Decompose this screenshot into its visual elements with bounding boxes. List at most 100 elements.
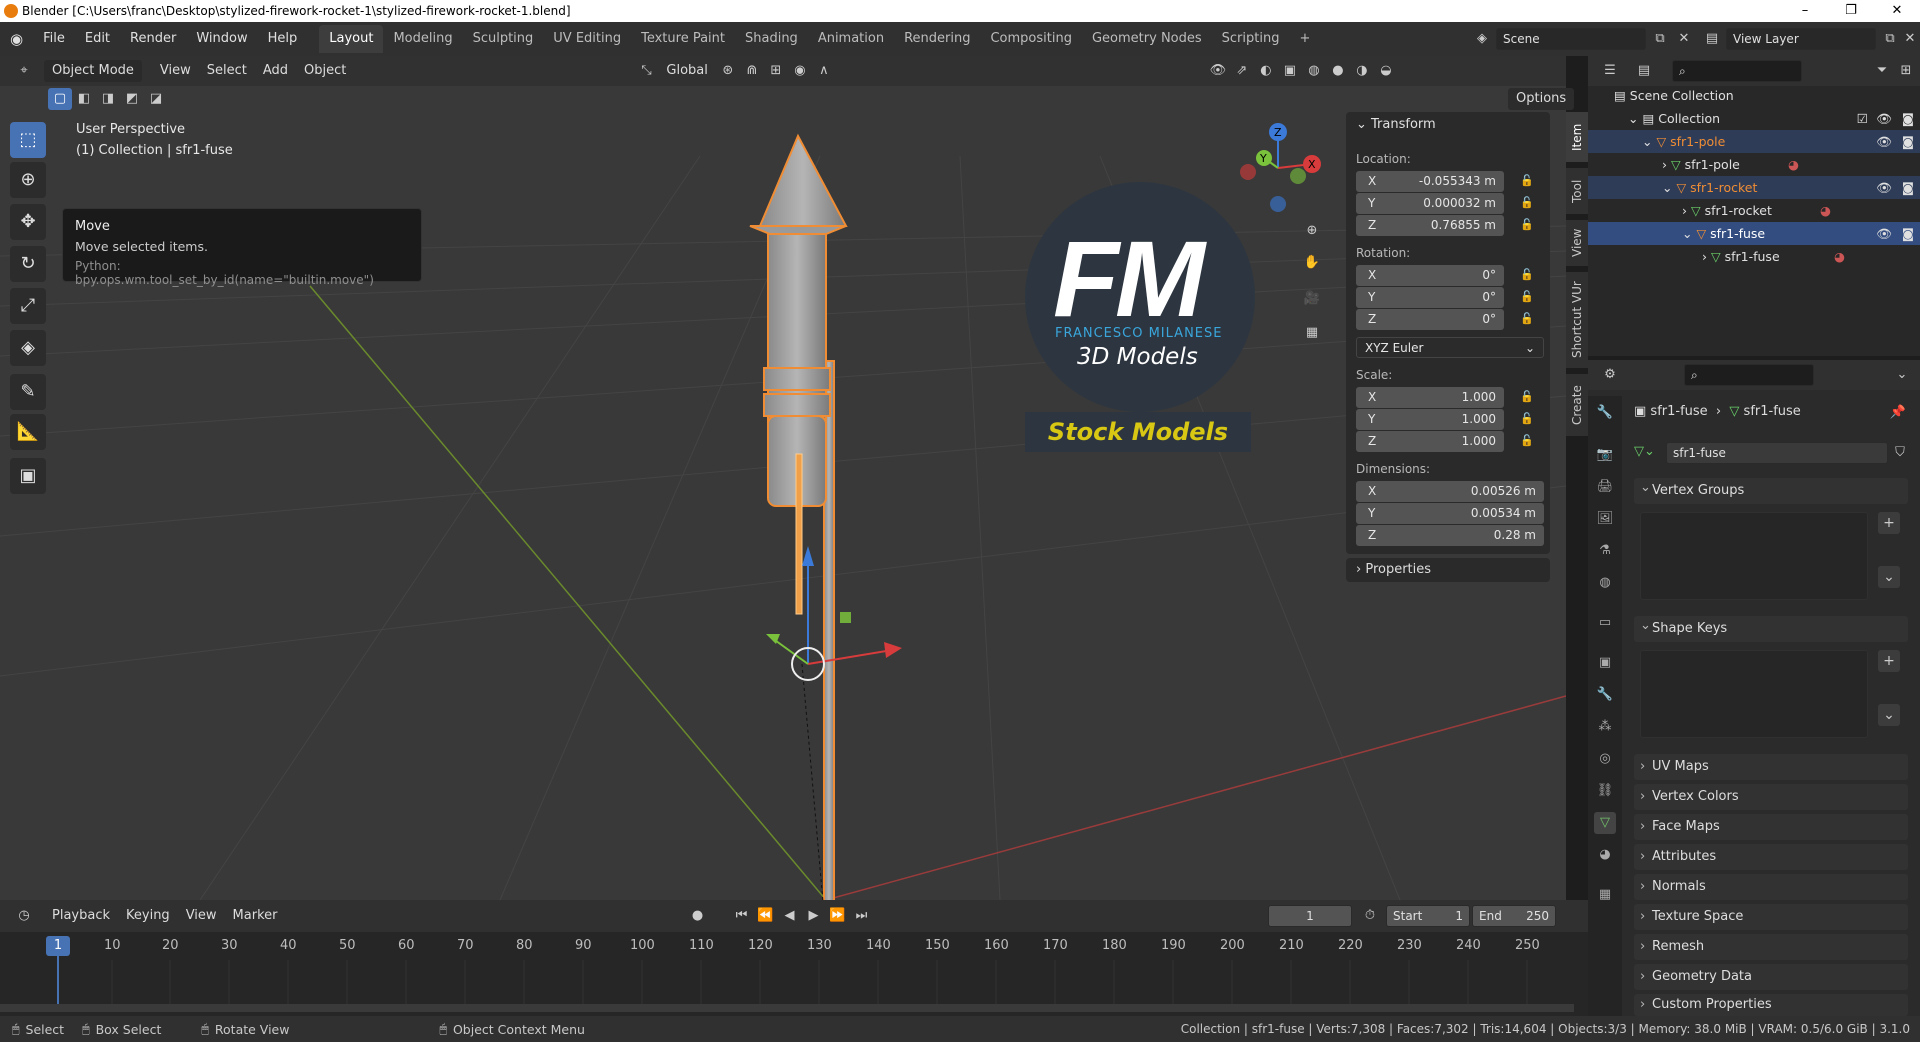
menu-edit[interactable]: Edit	[75, 26, 120, 52]
xray-icon[interactable]: ▣	[1278, 60, 1302, 82]
tab-uv-editing[interactable]: UV Editing	[543, 25, 631, 53]
maximize-button[interactable]: ❐	[1828, 0, 1874, 22]
section-vertex-groups[interactable]: Vertex Groups	[1634, 475, 1908, 504]
end-frame-field[interactable]: End 250	[1472, 905, 1556, 927]
mode-selector[interactable]: Object Mode	[44, 60, 142, 82]
scale-z-field[interactable]: Z 1.000	[1356, 431, 1504, 452]
select-new-icon[interactable]: ▢	[48, 88, 72, 110]
section-geometry-data[interactable]: Geometry Data	[1634, 964, 1908, 990]
rotate-tool[interactable]: ↻	[10, 246, 46, 282]
modifier-props-icon[interactable]: 🔧	[1594, 684, 1616, 706]
view-layer-field[interactable]: View Layer	[1726, 28, 1876, 50]
new-collection-icon[interactable]: ⊞	[1894, 60, 1918, 82]
tool-props-icon[interactable]: 🔧	[1594, 402, 1616, 424]
annotate-tool[interactable]: ✎	[10, 374, 46, 410]
start-frame-field[interactable]: Start 1	[1386, 905, 1470, 927]
snap-target-icon[interactable]: ⊞	[764, 60, 788, 82]
select-extend-icon[interactable]: ◧	[72, 88, 96, 110]
menu-add[interactable]: Add	[255, 60, 296, 82]
shading-material-icon[interactable]: ◑	[1350, 60, 1374, 82]
menu-marker[interactable]: Marker	[225, 905, 286, 927]
tab-tool[interactable]: Tool	[1566, 168, 1588, 214]
fake-user-icon[interactable]: ⛉	[1888, 442, 1912, 464]
menu-timeline-view[interactable]: View	[178, 905, 225, 927]
tab-animation[interactable]: Animation	[808, 25, 894, 53]
delete-view-layer-icon[interactable]: ✕	[1898, 28, 1920, 50]
collection-props-icon[interactable]: ▭	[1594, 612, 1616, 634]
proportional-edit-icon[interactable]: ◉	[788, 60, 812, 82]
new-scene-icon[interactable]: ⧉	[1648, 28, 1672, 50]
select-subtract-icon[interactable]: ◨	[96, 88, 120, 110]
dimensions-x-field[interactable]: X 0.00526 m	[1356, 481, 1544, 502]
render-props-icon[interactable]: 📷	[1594, 444, 1616, 466]
blender-menu-icon[interactable]: ◉	[0, 26, 33, 52]
pan-hand-icon[interactable]: ✋	[1300, 252, 1324, 274]
pin-icon[interactable]: 📌	[1886, 402, 1910, 424]
add-vertex-group-button[interactable]: +	[1878, 512, 1900, 534]
output-props-icon[interactable]: 🖨	[1594, 476, 1616, 498]
3d-viewport[interactable]	[0, 56, 1566, 900]
lock-icon[interactable]: 🔓	[1520, 312, 1534, 325]
shading-rendered-icon[interactable]: ◒	[1374, 60, 1398, 82]
menu-keying[interactable]: Keying	[118, 905, 178, 927]
delete-scene-icon[interactable]: ✕	[1672, 28, 1696, 50]
current-frame-field[interactable]: 1	[1268, 905, 1352, 927]
visibility-icon[interactable]: 👁	[1206, 60, 1230, 82]
menu-object[interactable]: Object	[296, 60, 354, 82]
lock-icon[interactable]: 🔓	[1520, 412, 1534, 425]
close-button[interactable]: ✕	[1874, 0, 1920, 22]
mesh-browse-icon[interactable]: ▽⌄	[1634, 444, 1655, 459]
play-reverse-icon[interactable]: ◀	[777, 905, 801, 927]
section-uv-maps[interactable]: UV Maps	[1634, 754, 1908, 780]
lock-icon[interactable]: 🔓	[1520, 268, 1534, 281]
select-intersect-icon[interactable]: ◪	[144, 88, 168, 110]
menu-window[interactable]: Window	[186, 26, 257, 52]
tab-shading[interactable]: Shading	[735, 25, 808, 53]
record-icon[interactable]: ●	[685, 905, 709, 927]
chevron-down-icon[interactable]: ⌄	[1890, 364, 1914, 386]
lock-icon[interactable]: 🔓	[1520, 196, 1534, 209]
tab-create[interactable]: Create	[1566, 374, 1588, 436]
outliner-row-sfr1-pole-mesh[interactable]: › ▽ sfr1-pole ◕	[1588, 153, 1920, 176]
tab-sculpting[interactable]: Sculpting	[463, 25, 544, 53]
tab-texture-paint[interactable]: Texture Paint	[631, 25, 735, 53]
properties-editor-icon[interactable]: ⚙	[1598, 364, 1622, 386]
falloff-icon[interactable]: ∧	[812, 60, 836, 82]
view-layer-props-icon[interactable]: 🖼	[1594, 508, 1616, 530]
scene-name-field[interactable]: Scene	[1496, 28, 1646, 50]
outliner-row-sfr1-rocket-mesh[interactable]: › ▽ sfr1-rocket ◕	[1588, 199, 1920, 222]
section-attributes[interactable]: Attributes	[1634, 844, 1908, 870]
tab-rendering[interactable]: Rendering	[894, 25, 980, 53]
scene-props-icon[interactable]: ⚗	[1594, 540, 1616, 562]
section-vertex-colors[interactable]: Vertex Colors	[1634, 784, 1908, 810]
options-dropdown[interactable]: Options	[1508, 88, 1575, 110]
timeline-editor-icon[interactable]: ◷	[12, 905, 36, 927]
dimensions-z-field[interactable]: Z 0.28 m	[1356, 525, 1544, 546]
outliner-search-input[interactable]: ⌕	[1672, 60, 1802, 82]
rotation-y-field[interactable]: Y 0°	[1356, 287, 1504, 308]
snap-icon[interactable]: ⋒	[740, 60, 764, 82]
menu-file[interactable]: File	[33, 26, 75, 52]
lock-icon[interactable]: 🔓	[1520, 218, 1534, 231]
material-props-icon[interactable]: ◕	[1594, 844, 1616, 866]
play-icon[interactable]: ▶	[801, 905, 825, 927]
mesh-data-props-icon[interactable]: ▽	[1594, 812, 1616, 834]
pivot-point-icon[interactable]: ⊛	[716, 60, 740, 82]
filter-icon[interactable]: ⏷	[1870, 60, 1894, 82]
editor-type-icon[interactable]: ⌖	[12, 60, 36, 82]
outliner-row-scene-collection[interactable]: ▤ Scene Collection	[1588, 84, 1920, 107]
physics-props-icon[interactable]: ◎	[1594, 748, 1616, 770]
vertex-groups-list[interactable]	[1640, 512, 1868, 600]
location-x-field[interactable]: X -0.055343 m	[1356, 171, 1504, 192]
jump-keyframe-forward-icon[interactable]: ⏩	[825, 905, 849, 927]
add-cube-tool[interactable]: ▣	[10, 458, 46, 494]
mesh-datablock-field[interactable]: sfr1-fuse	[1666, 442, 1888, 464]
camera-view-icon[interactable]: 🎥	[1300, 288, 1324, 310]
section-normals[interactable]: Normals	[1634, 874, 1908, 900]
dimensions-y-field[interactable]: Y 0.00534 m	[1356, 503, 1544, 524]
outliner-row-sfr1-rocket[interactable]: ⌄ ▽ sfr1-rocket 👁 ◙	[1588, 176, 1920, 199]
menu-view[interactable]: View	[152, 60, 199, 82]
shading-wire-icon[interactable]: ◍	[1302, 60, 1326, 82]
menu-playback[interactable]: Playback	[44, 905, 118, 927]
measure-tool[interactable]: 📐	[10, 414, 46, 450]
